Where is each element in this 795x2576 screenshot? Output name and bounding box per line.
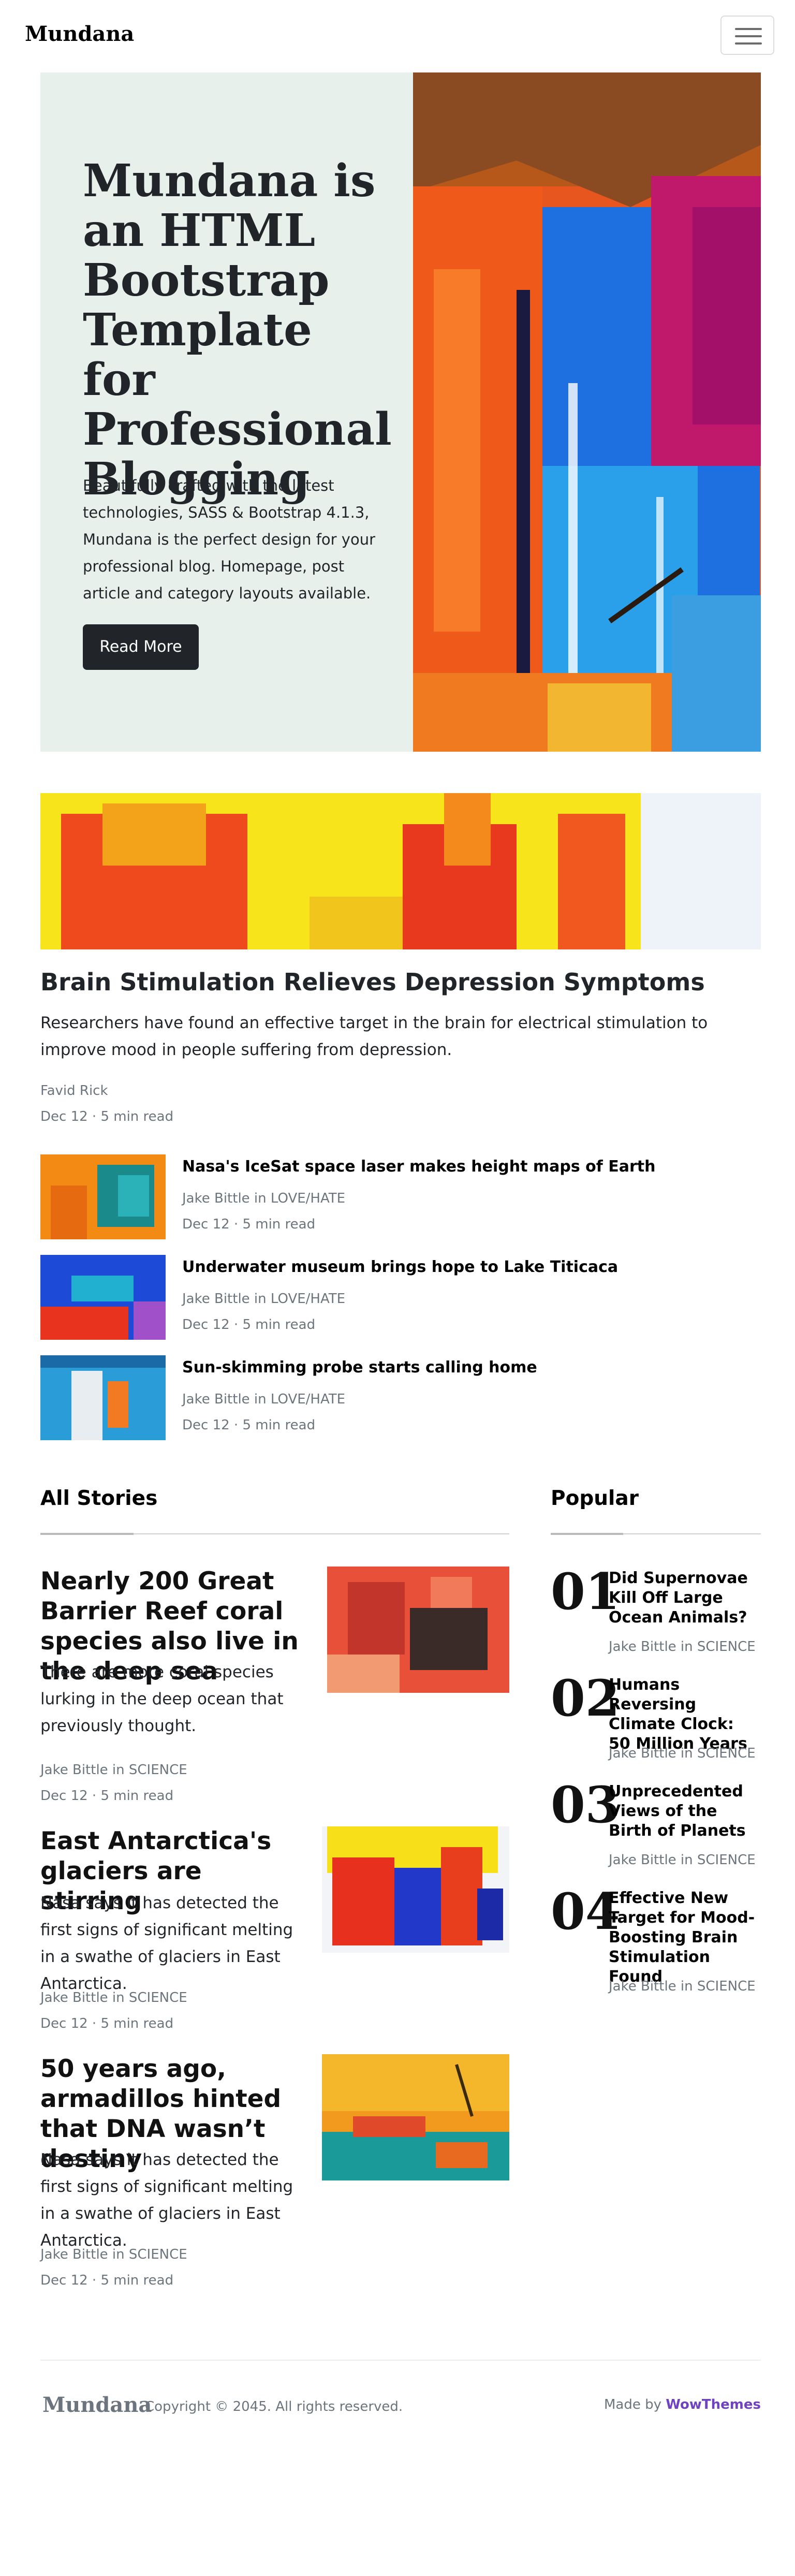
hero-title: Mundana is an HTML Bootstrap Template fo…: [83, 155, 392, 505]
popular-author[interactable]: Jake Bittle in SCIENCE: [609, 1634, 756, 1660]
story-author[interactable]: Jake Bittle in SCIENCE: [40, 1985, 187, 2011]
post-author[interactable]: Jake Bittle in LOVE/HATE: [182, 1286, 345, 1312]
story-date: Dec 12 · 5 min read: [40, 2016, 174, 2031]
featured-title[interactable]: Brain Stimulation Relieves Depression Sy…: [40, 968, 761, 996]
featured-date: Dec 12 · 5 min read: [40, 1109, 174, 1124]
story-date: Dec 12 · 5 min read: [40, 2273, 174, 2288]
post-title[interactable]: Nasa's IceSat space laser makes height m…: [182, 1158, 656, 1176]
post-thumbnail[interactable]: [40, 1154, 166, 1239]
footer-copyright: Copyright © 2045. All rights reserved.: [145, 2399, 403, 2414]
story-card: 50 years ago, armadillos hinted that DNA…: [40, 2054, 509, 2297]
popular-item: 04 Effective New Target for Mood-Boostin…: [551, 1887, 761, 1995]
story-card: Nearly 200 Great Barrier Reef coral spec…: [40, 1567, 509, 1810]
featured-author[interactable]: Favid Rick: [40, 1078, 108, 1104]
list-item: Sun-skimming probe starts calling home J…: [40, 1355, 761, 1440]
made-by-text: Made by: [603, 2397, 662, 2412]
story-date: Dec 12 · 5 min read: [40, 1788, 174, 1804]
post-thumbnail[interactable]: [40, 1255, 166, 1340]
popular-item: 02 Humans Reversing Climate Clock: 50 Mi…: [551, 1674, 761, 1768]
post-author[interactable]: Jake Bittle in LOVE/HATE: [182, 1185, 345, 1211]
post-author[interactable]: Jake Bittle in LOVE/HATE: [182, 1386, 345, 1412]
post-date: Dec 12 · 5 min read: [182, 1217, 316, 1232]
popular-author[interactable]: Jake Bittle in SCIENCE: [609, 1973, 756, 1999]
navbar: Mundana: [0, 0, 795, 72]
popular-item: 01 Did Supernovae Kill Off Large Ocean A…: [551, 1567, 761, 1662]
hero-jumbotron: Mundana is an HTML Bootstrap Template fo…: [40, 72, 761, 752]
story-image[interactable]: [327, 1567, 509, 1693]
divider-accent: [40, 1533, 134, 1535]
list-item: Nasa's IceSat space laser makes height m…: [40, 1154, 761, 1239]
popular-item: 03 Unprecedented Views of the Birth of P…: [551, 1780, 761, 1868]
hero-text-panel: Mundana is an HTML Bootstrap Template fo…: [40, 72, 413, 752]
story-excerpt: There are more coral species lurking in …: [40, 1663, 284, 1735]
hero-subtitle: Beautifully crafted with the latest tech…: [83, 477, 376, 602]
story-author[interactable]: Jake Bittle in SCIENCE: [40, 1757, 187, 1783]
story-author[interactable]: Jake Bittle in SCIENCE: [40, 2242, 187, 2267]
footer-divider: [40, 2360, 761, 2361]
popular-title[interactable]: Unprecedented Views of the Birth of Plan…: [609, 1782, 761, 1841]
post-date: Dec 12 · 5 min read: [182, 1317, 316, 1333]
post-title[interactable]: Underwater museum brings hope to Lake Ti…: [182, 1258, 618, 1276]
story-image[interactable]: [322, 1826, 509, 1953]
list-item: Underwater museum brings hope to Lake Ti…: [40, 1255, 761, 1340]
story-image[interactable]: [322, 2054, 509, 2180]
story-excerpt: Nasa says it has detected the first sign…: [40, 2150, 293, 2250]
post-date: Dec 12 · 5 min read: [182, 1417, 316, 1433]
post-thumbnail[interactable]: [40, 1355, 166, 1440]
footer-brand[interactable]: Mundana: [42, 2393, 152, 2417]
read-more-button[interactable]: Read More: [83, 624, 199, 670]
popular-heading: Popular: [551, 1487, 639, 1510]
all-stories-heading: All Stories: [40, 1487, 158, 1510]
footer-credit: Made by WowThemes: [604, 2397, 761, 2412]
story-card: East Antarctica's glaciers are stirring …: [40, 1826, 509, 2044]
popular-author[interactable]: Jake Bittle in SCIENCE: [609, 1847, 756, 1873]
brand-logo[interactable]: Mundana: [25, 22, 134, 46]
popular-title[interactable]: Effective New Target for Mood-Boosting B…: [609, 1889, 761, 1987]
hero-image: [413, 72, 761, 752]
divider-accent: [551, 1533, 623, 1535]
wowthemes-link[interactable]: WowThemes: [666, 2397, 761, 2412]
popular-title[interactable]: Did Supernovae Kill Off Large Ocean Anim…: [609, 1569, 761, 1628]
post-title[interactable]: Sun-skimming probe starts calling home: [182, 1358, 537, 1377]
story-excerpt: Nasa says it has detected the first sign…: [40, 1894, 293, 1993]
featured-excerpt: Researchers have found an effective targ…: [40, 1014, 708, 1059]
popular-author[interactable]: Jake Bittle in SCIENCE: [609, 1740, 756, 1766]
navbar-toggler-button[interactable]: [720, 16, 774, 55]
featured-image[interactable]: [40, 793, 761, 949]
